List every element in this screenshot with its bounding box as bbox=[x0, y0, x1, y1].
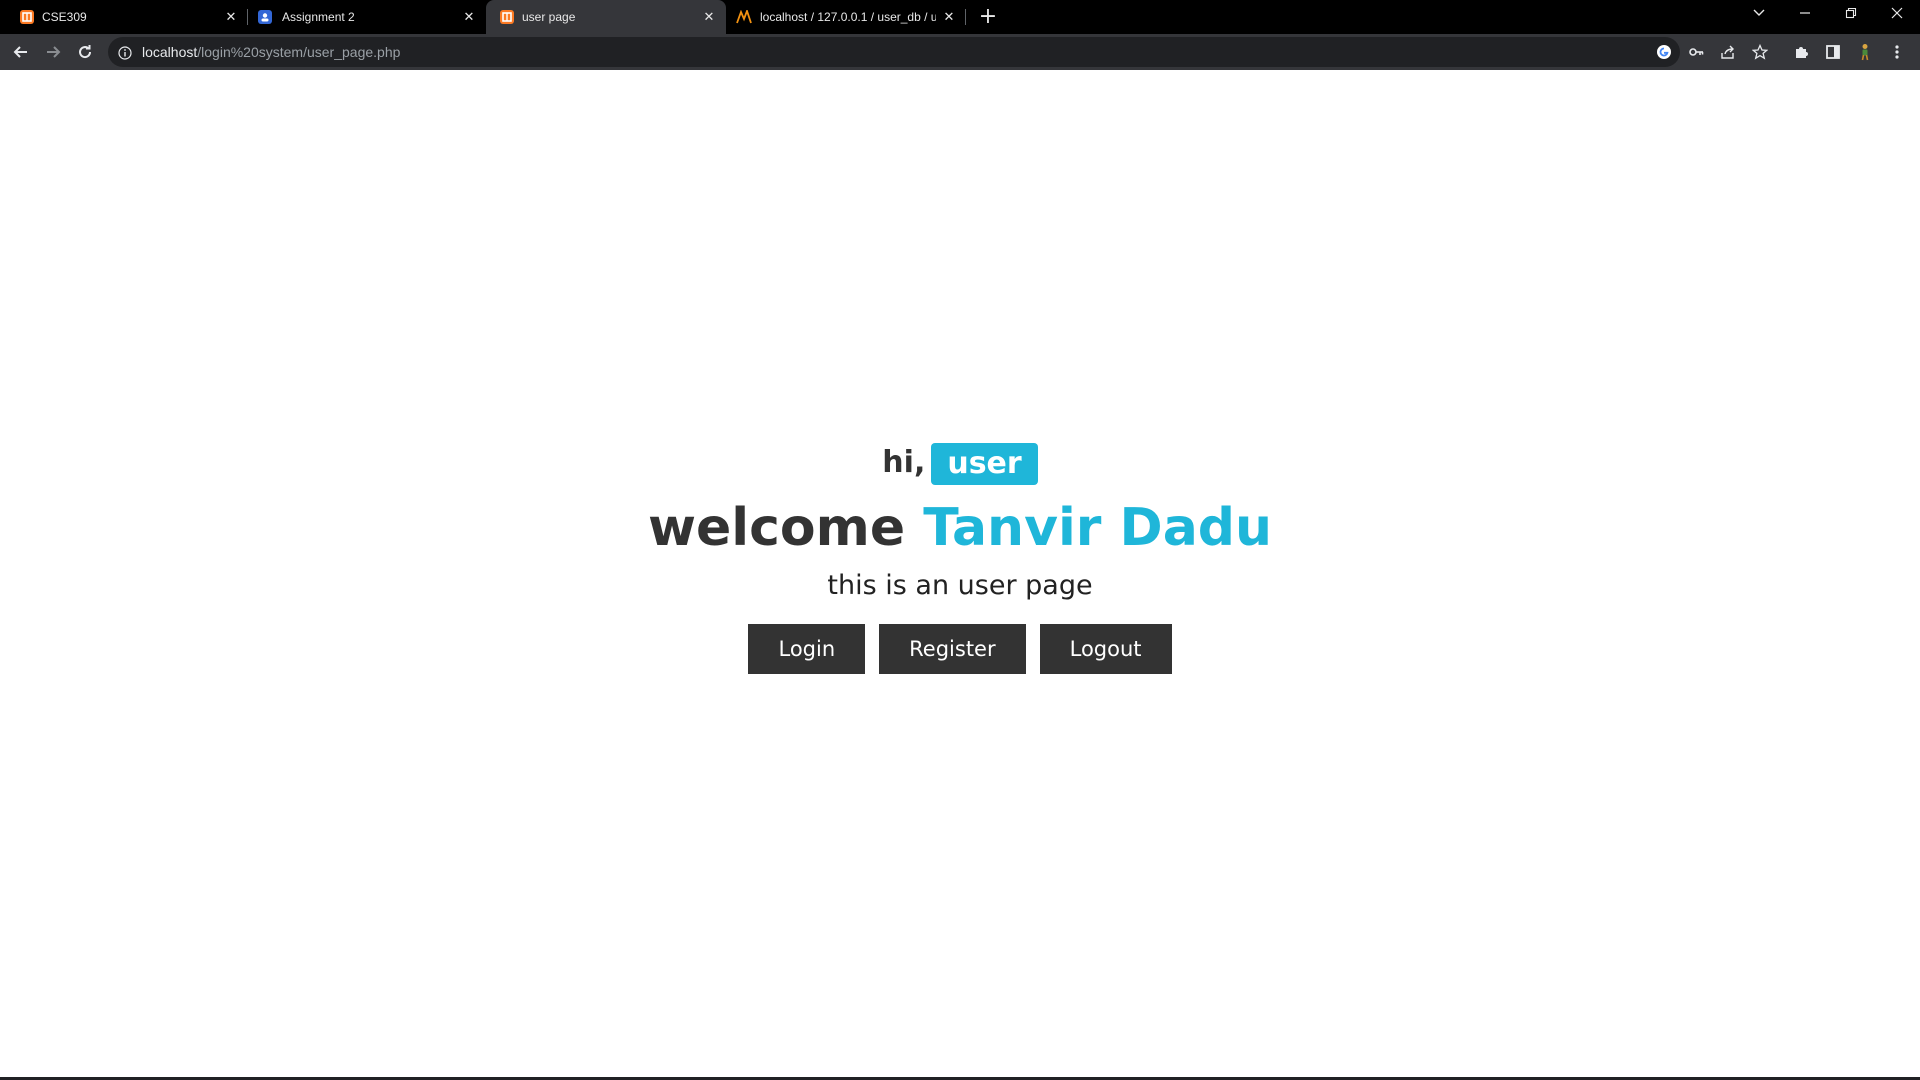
browser-toolbar: localhost/login%20system/user_page.php bbox=[0, 34, 1920, 70]
share-icon[interactable] bbox=[1720, 44, 1736, 60]
tab-search-icon[interactable] bbox=[1736, 0, 1782, 30]
tab-strip: CSE309 ✕ Assignment 2 ✕ user page ✕ loca… bbox=[0, 0, 1920, 34]
reload-button[interactable] bbox=[72, 39, 98, 65]
url-text[interactable]: localhost/login%20system/user_page.php bbox=[142, 37, 400, 67]
forward-button[interactable] bbox=[40, 39, 66, 65]
user-page-container: hi, user welcome Tanvir Dadu this is an u… bbox=[0, 440, 1920, 674]
close-icon[interactable]: ✕ bbox=[940, 8, 958, 26]
action-buttons: Login Register Logout bbox=[0, 624, 1920, 674]
tab-title: localhost / 127.0.0.1 / user_db / u bbox=[760, 10, 936, 24]
profile-avatar[interactable] bbox=[1856, 43, 1874, 61]
tab-user-page[interactable]: user page ✕ bbox=[486, 0, 726, 34]
xampp-icon bbox=[20, 10, 34, 24]
close-icon[interactable]: ✕ bbox=[222, 8, 240, 26]
welcome-heading: welcome Tanvir Dadu bbox=[0, 496, 1920, 560]
back-button[interactable] bbox=[8, 39, 34, 65]
phpmyadmin-icon bbox=[736, 8, 752, 24]
star-icon[interactable] bbox=[1752, 44, 1768, 60]
restore-icon[interactable] bbox=[1828, 0, 1874, 30]
tab-divider bbox=[965, 9, 966, 25]
side-panel-icon[interactable] bbox=[1824, 43, 1842, 61]
role-badge: user bbox=[931, 442, 1038, 485]
tab-assignment-2[interactable]: Assignment 2 ✕ bbox=[240, 0, 478, 34]
extensions-icon[interactable] bbox=[1792, 43, 1810, 61]
user-name: Tanvir Dadu bbox=[923, 498, 1273, 558]
reload-icon bbox=[79, 45, 92, 59]
greeting-line: hi, user bbox=[0, 440, 1920, 486]
new-tab-button[interactable]: + bbox=[976, 5, 1000, 29]
logout-button[interactable]: Logout bbox=[1039, 624, 1172, 674]
minimize-icon[interactable] bbox=[1782, 0, 1828, 30]
page-viewport: hi, user welcome Tanvir Dadu this is an u… bbox=[0, 70, 1920, 1077]
close-icon[interactable]: ✕ bbox=[460, 8, 478, 26]
url-host: localhost bbox=[142, 44, 198, 60]
tab-title: user page bbox=[522, 10, 576, 24]
welcome-word: welcome bbox=[647, 498, 906, 558]
menu-kebab-icon[interactable] bbox=[1888, 43, 1906, 61]
key-icon[interactable] bbox=[1688, 44, 1704, 60]
login-button[interactable]: Login bbox=[748, 624, 866, 674]
tab-cse309[interactable]: CSE309 ✕ bbox=[0, 0, 240, 34]
back-arrow-icon bbox=[13, 46, 27, 58]
xampp-icon bbox=[500, 10, 514, 24]
page-subtitle: this is an user page bbox=[827, 570, 1093, 601]
forward-arrow-icon bbox=[47, 46, 61, 58]
tab-title: Assignment 2 bbox=[282, 10, 355, 24]
classroom-icon bbox=[258, 10, 272, 24]
register-button[interactable]: Register bbox=[879, 624, 1026, 674]
close-icon[interactable]: ✕ bbox=[700, 8, 718, 26]
close-window-icon[interactable] bbox=[1874, 0, 1920, 30]
google-lens-icon[interactable] bbox=[1656, 44, 1672, 60]
url-path: /login%20system/user_page.php bbox=[197, 44, 401, 60]
tab-title: CSE309 bbox=[42, 10, 87, 24]
greeting-text: hi, bbox=[882, 445, 926, 480]
address-bar[interactable]: localhost/login%20system/user_page.php bbox=[108, 37, 1768, 67]
info-icon[interactable] bbox=[118, 45, 132, 60]
tab-phpmyadmin[interactable]: localhost / 127.0.0.1 / user_db / u ✕ bbox=[726, 0, 964, 34]
